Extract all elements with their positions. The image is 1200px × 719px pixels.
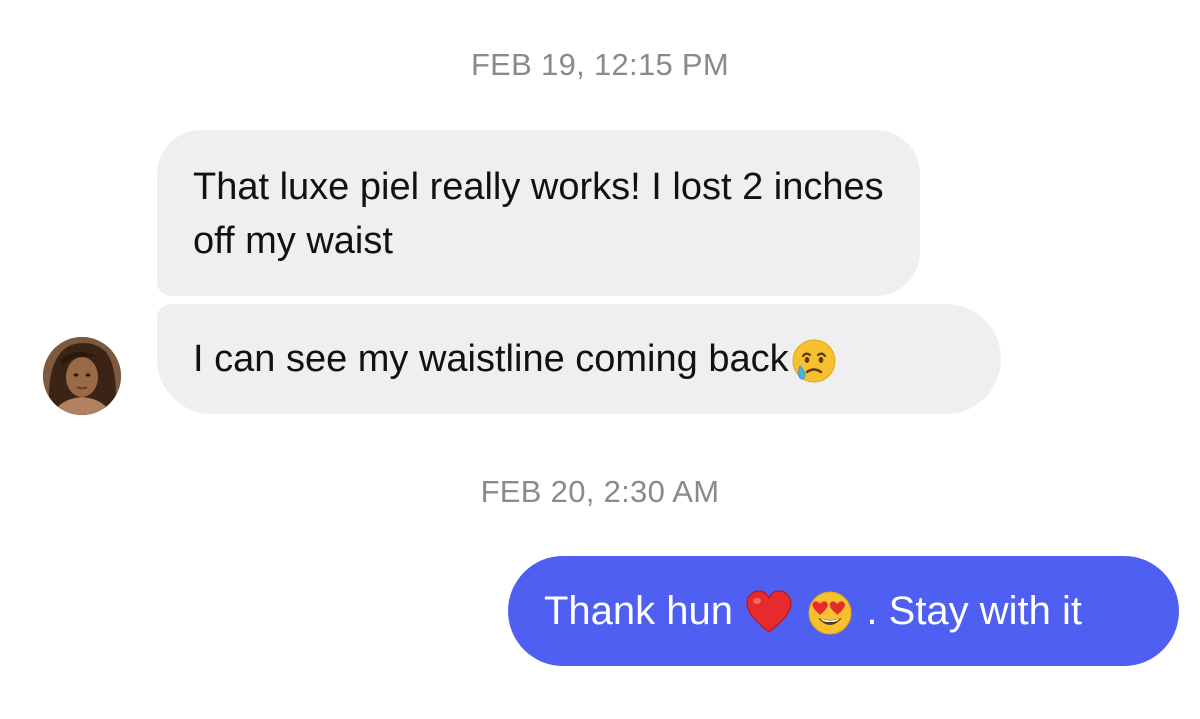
incoming-message-bubble[interactable]: I can see my waistline coming back (157, 304, 1001, 414)
message-text: . Stay with it (866, 589, 1083, 633)
message-text: That luxe piel really works! I lost 2 in… (193, 166, 884, 262)
contact-avatar-icon (43, 337, 121, 415)
timestamp-feb-20: FEB 20, 2:30 AM (480, 474, 720, 509)
outgoing-message-bubble[interactable]: Thank hun . Stay with it (508, 556, 1179, 666)
avatar[interactable] (43, 337, 121, 415)
timestamp-feb-19: FEB 19, 12:15 PM (470, 47, 730, 82)
smiling-face-with-heart-eyes-icon (805, 588, 855, 638)
message-text: I can see my waistline coming back (193, 338, 789, 380)
red-heart-icon (744, 588, 794, 638)
sad-but-relieved-face-icon (789, 336, 839, 386)
message-text: Thank hun (544, 589, 734, 633)
incoming-message-bubble[interactable]: That luxe piel really works! I lost 2 in… (157, 130, 920, 296)
